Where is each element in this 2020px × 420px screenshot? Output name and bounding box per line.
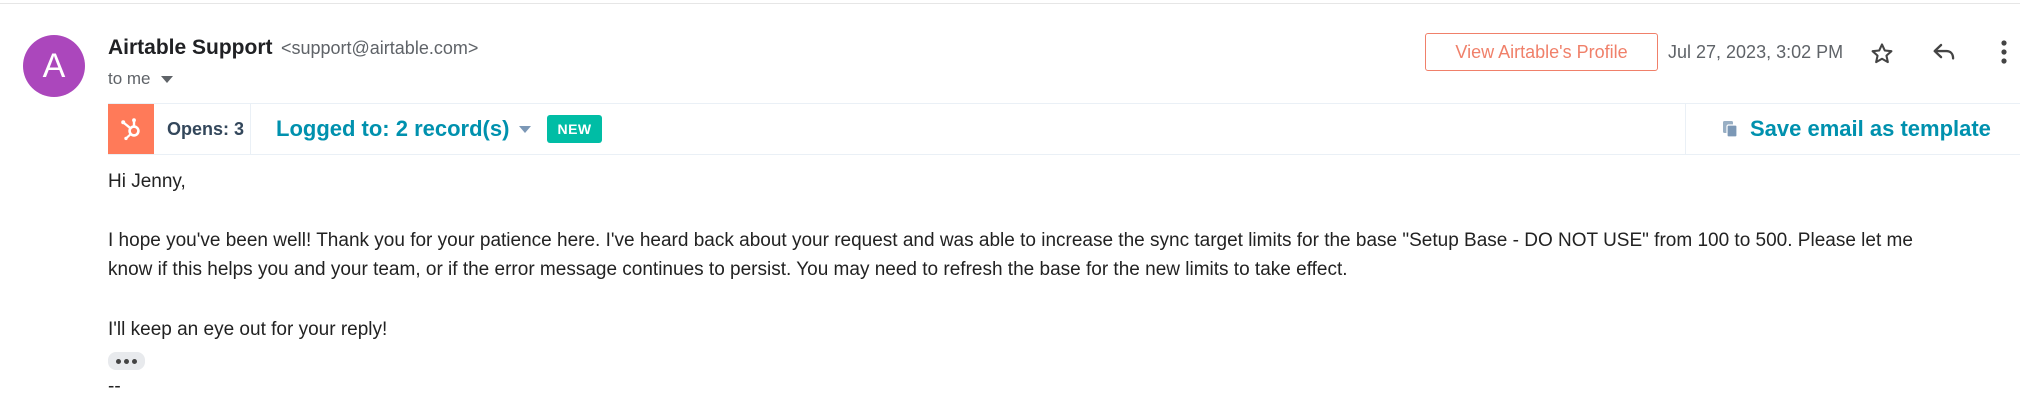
sender-email: <support@airtable.com>: [280, 38, 479, 58]
chevron-down-icon: [519, 125, 532, 133]
email-closing: I'll keep an eye out for your reply!: [108, 319, 388, 340]
chevron-down-icon[interactable]: [160, 75, 173, 83]
recipient-label: to me: [108, 69, 151, 88]
save-template-button[interactable]: Save email as template: [1685, 103, 2020, 155]
opens-count[interactable]: Opens: 3: [167, 104, 251, 154]
copy-icon: [1723, 121, 1738, 138]
message-date: Jul 27, 2023, 3:02 PM: [1668, 42, 1844, 62]
show-trimmed-content-button[interactable]: [108, 352, 145, 370]
avatar-letter: A: [42, 46, 66, 85]
email-paragraph-line: know if this helps you and your team, or…: [108, 259, 1348, 280]
sender-avatar[interactable]: A: [23, 35, 85, 97]
sender-line: Airtable Support <support@airtable.com>: [108, 36, 478, 60]
email-greeting: Hi Jenny,: [108, 171, 186, 192]
hubspot-sprocket-icon[interactable]: [108, 104, 154, 154]
view-profile-button[interactable]: View Airtable's Profile: [1425, 33, 1658, 71]
logged-records-dropdown[interactable]: Logged to: 2 record(s) NEW: [276, 115, 602, 143]
logged-records-label: Logged to: 2 record(s): [276, 116, 510, 141]
signature-separator: --: [108, 376, 121, 397]
more-vert-icon[interactable]: [1988, 36, 2020, 68]
email-paragraph-line: I hope you've been well! Thank you for y…: [108, 230, 1913, 251]
star-icon[interactable]: [1866, 38, 1898, 70]
sender-name[interactable]: Airtable Support: [108, 36, 273, 59]
save-template-label: Save email as template: [1750, 116, 1991, 141]
recipient-dropdown[interactable]: to me: [108, 69, 173, 89]
top-divider: [0, 0, 2020, 4]
reply-icon[interactable]: [1928, 36, 1960, 68]
new-badge: NEW: [547, 115, 602, 143]
